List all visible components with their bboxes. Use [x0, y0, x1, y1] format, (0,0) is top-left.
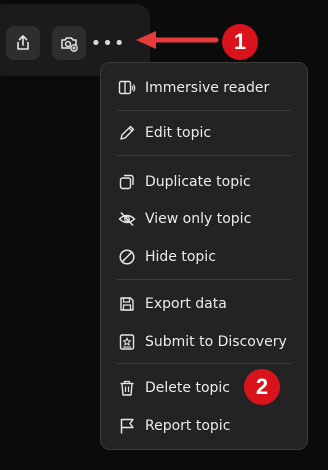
menu-item-submit-to-discovery[interactable]: Submit to Discovery: [101, 327, 307, 357]
hide-icon: [117, 247, 137, 267]
more-dots-icon: •••: [90, 32, 126, 54]
menu-item-report-topic[interactable]: Report topic: [101, 411, 307, 441]
menu-item-label: Hide topic: [145, 249, 216, 265]
menu-item-hide-topic[interactable]: Hide topic: [101, 242, 307, 272]
menu-divider: [117, 363, 291, 364]
step-2-badge: 2: [244, 369, 280, 405]
menu-item-label: View only topic: [145, 211, 252, 227]
menu-item-label: Submit to Discovery: [145, 334, 287, 350]
menu-item-label: Immersive reader: [145, 80, 270, 96]
trash-icon: [117, 378, 137, 398]
save-icon: [117, 294, 137, 314]
menu-item-label: Edit topic: [145, 125, 212, 141]
flag-icon: [117, 416, 137, 436]
menu-divider: [117, 155, 291, 156]
more-options-button[interactable]: •••: [91, 28, 125, 58]
step-1-badge: 1: [222, 24, 258, 60]
menu-item-export-data[interactable]: Export data: [101, 289, 307, 319]
pencil-icon: [117, 123, 137, 143]
menu-item-duplicate-topic[interactable]: Duplicate topic: [101, 167, 307, 197]
immersive-reader-icon: [117, 78, 137, 98]
menu-item-label: Report topic: [145, 418, 231, 434]
camera-add-icon: [61, 37, 78, 52]
menu-item-label: Delete topic: [145, 380, 230, 396]
menu-item-view-only-topic[interactable]: View only topic: [101, 204, 307, 234]
camera-add-button[interactable]: [52, 26, 86, 60]
menu-divider: [117, 110, 291, 111]
discovery-icon: [117, 332, 137, 352]
menu-item-label: Export data: [145, 296, 227, 312]
menu-item-edit-topic[interactable]: Edit topic: [101, 118, 307, 148]
annotation-arrow: [136, 31, 219, 49]
menu-item-immersive-reader[interactable]: Immersive reader: [101, 73, 307, 103]
menu-item-label: Duplicate topic: [145, 174, 251, 190]
eye-off-icon: [117, 209, 137, 229]
duplicate-icon: [117, 172, 137, 192]
share-icon: [17, 35, 29, 50]
menu-divider: [117, 279, 291, 280]
share-button[interactable]: [6, 26, 40, 60]
